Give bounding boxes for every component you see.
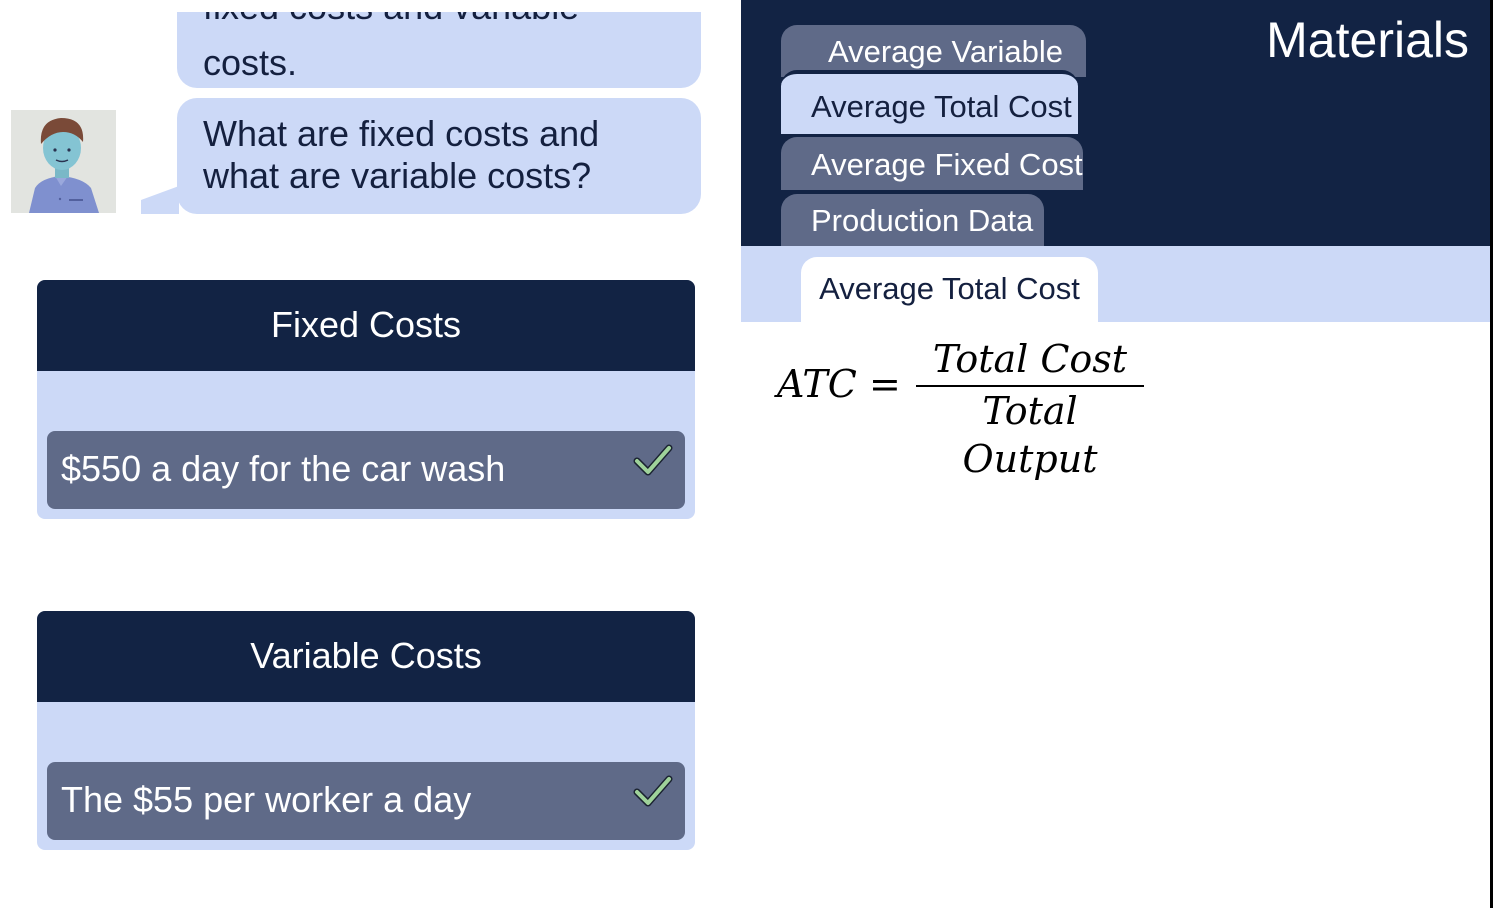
fixed-costs-card: Fixed Costs $550 a day for the car wash (37, 280, 695, 519)
formula-equals: = (869, 362, 901, 406)
materials-pane: Materials Average Variable Average Total… (741, 0, 1491, 908)
previous-message-last-line: costs. (203, 42, 298, 83)
previous-message-bubble: fixed costs and variable costs. (177, 12, 701, 88)
formula-numerator: Total Cost (916, 335, 1144, 387)
variable-costs-answer-text: The $55 per worker a day (61, 779, 472, 820)
materials-header: Materials Average Variable Average Total… (741, 0, 1491, 246)
question-text: What are fixed costs and what are variab… (203, 113, 600, 196)
fixed-costs-answer-chip[interactable]: $550 a day for the car wash (47, 431, 685, 509)
formula-denominator: Total Output (962, 389, 1098, 481)
student-avatar (11, 110, 116, 213)
check-icon (633, 775, 673, 807)
tab-average-total-cost[interactable]: Average Total Cost (781, 70, 1078, 134)
tab-production-data[interactable]: Production Data (781, 194, 1044, 246)
student-avatar-icon (11, 110, 116, 213)
formula-lhs: ATC (777, 362, 857, 406)
question-bubble-tail (141, 186, 179, 214)
subtab-bar: Average Total Cost (741, 246, 1491, 322)
variable-costs-answer-chip[interactable]: The $55 per worker a day (47, 762, 685, 840)
fixed-costs-header: Fixed Costs (37, 280, 695, 371)
question-bubble: What are fixed costs and what are variab… (177, 98, 701, 214)
tab-average-fixed-cost[interactable]: Average Fixed Cost (781, 137, 1083, 190)
check-icon (633, 444, 673, 476)
variable-costs-header: Variable Costs (37, 611, 695, 702)
previous-message-cut-line: fixed costs and variable (203, 12, 579, 28)
fixed-costs-answer-text: $550 a day for the car wash (61, 448, 506, 489)
formula-fraction: Total Cost Total Output (916, 335, 1144, 483)
materials-title: Materials (1266, 12, 1469, 68)
chat-pane: fixed costs and variable costs. What ar (0, 0, 740, 908)
subtab-average-total-cost[interactable]: Average Total Cost (801, 257, 1098, 322)
variable-costs-card: Variable Costs The $55 per worker a day (37, 611, 695, 850)
